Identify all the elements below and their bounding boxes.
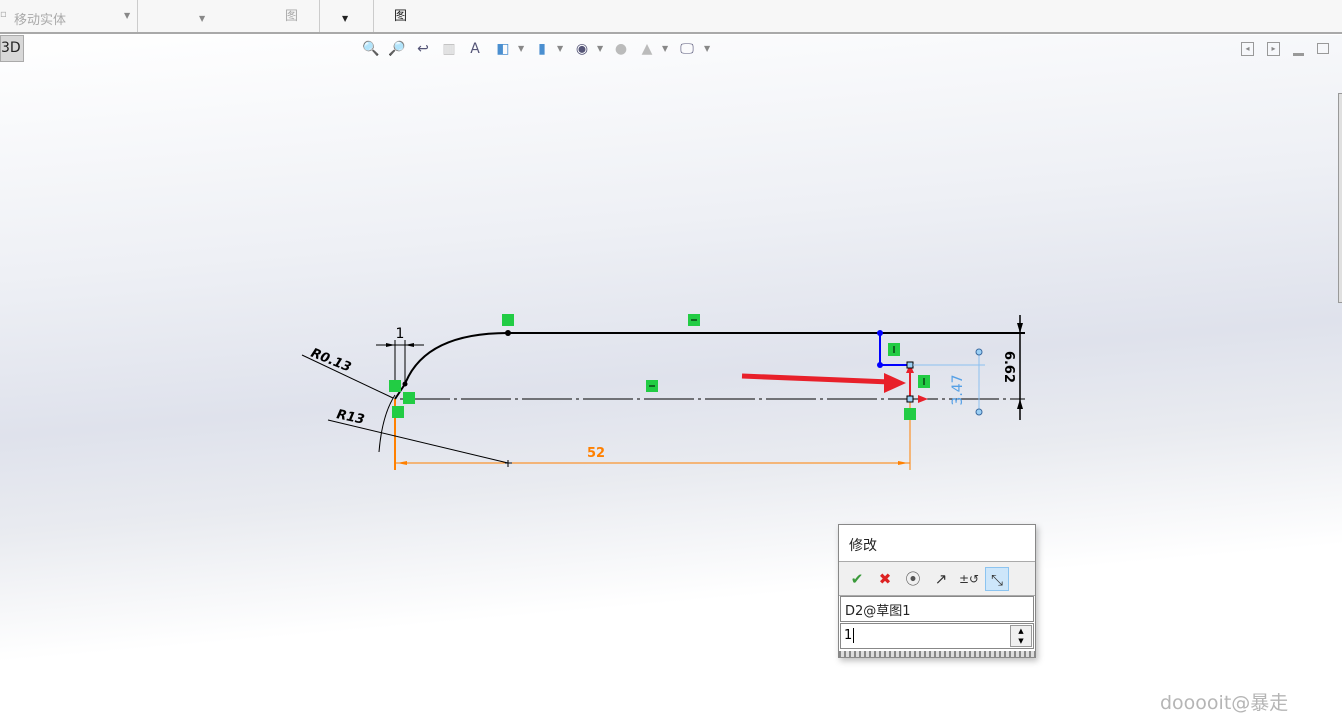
dimension-handle[interactable] — [975, 408, 983, 416]
tangent-relation-icon[interactable] — [392, 406, 404, 418]
dimension-1[interactable]: 1 — [396, 326, 405, 342]
dialog-toolbar: ✔ ✖ ⦿ ↗ ±↺ ⤡ — [839, 562, 1035, 596]
annotation-arrowhead — [884, 373, 906, 393]
dimension-52[interactable]: 52 — [587, 446, 605, 461]
dimension-value-input[interactable]: 1 ▲ ▼ — [840, 623, 1034, 649]
coincident-relation-icon[interactable] — [904, 408, 916, 420]
text-cursor — [853, 628, 855, 643]
endpoint[interactable] — [505, 330, 511, 336]
dimension-r13[interactable]: R13 — [335, 407, 366, 428]
value-spinner[interactable]: ▲ ▼ — [1010, 625, 1032, 647]
mark-for-drawing-icon[interactable]: ⤡ — [985, 566, 1009, 591]
arc-r13[interactable] — [378, 394, 396, 453]
watermark: dooooit@暴走 — [1160, 692, 1289, 714]
center-point[interactable] — [505, 460, 512, 467]
relation-icons — [389, 314, 930, 420]
value-text: 1 — [844, 628, 853, 643]
fillet-arc[interactable] — [404, 332, 509, 385]
dimension-name-field[interactable]: D2@草图1 — [840, 596, 1034, 622]
leader-r13 — [327, 419, 509, 464]
rebuild-traffic-light-icon[interactable]: ⦿ — [901, 567, 925, 591]
reverse-dimension-icon[interactable]: ↗ — [929, 567, 953, 591]
dimension-347[interactable]: 3.47 — [950, 374, 966, 405]
dimension-r013[interactable]: R0.13 — [309, 346, 354, 376]
point-handle[interactable] — [906, 361, 914, 369]
dimension-handle[interactable] — [975, 348, 983, 356]
dialog-title: 修改 — [839, 525, 1035, 562]
dialog-thumbwheel[interactable] — [839, 651, 1035, 657]
increment-icon[interactable]: ±↺ — [957, 567, 981, 591]
ok-check-icon[interactable]: ✔ — [845, 567, 869, 591]
endpoint[interactable] — [877, 330, 883, 336]
endpoint[interactable] — [877, 362, 883, 368]
tangent-relation-icon[interactable] — [502, 314, 514, 326]
annotation-arrow — [741, 373, 891, 385]
modify-dialog: 修改 ✔ ✖ ⦿ ↗ ±↺ ⤡ D2@草图1 1 ▲ ▼ — [838, 524, 1036, 658]
coincident-relation-icon[interactable] — [389, 380, 401, 392]
point-handle[interactable] — [906, 395, 914, 403]
dimension-662[interactable]: 6.62 — [1001, 351, 1016, 383]
sketch-canvas: 52 1 R0.13 R13 3.47 6.62 — [301, 314, 1025, 470]
tangent-relation-icon[interactable] — [403, 392, 415, 404]
cancel-x-icon[interactable]: ✖ — [873, 567, 897, 591]
